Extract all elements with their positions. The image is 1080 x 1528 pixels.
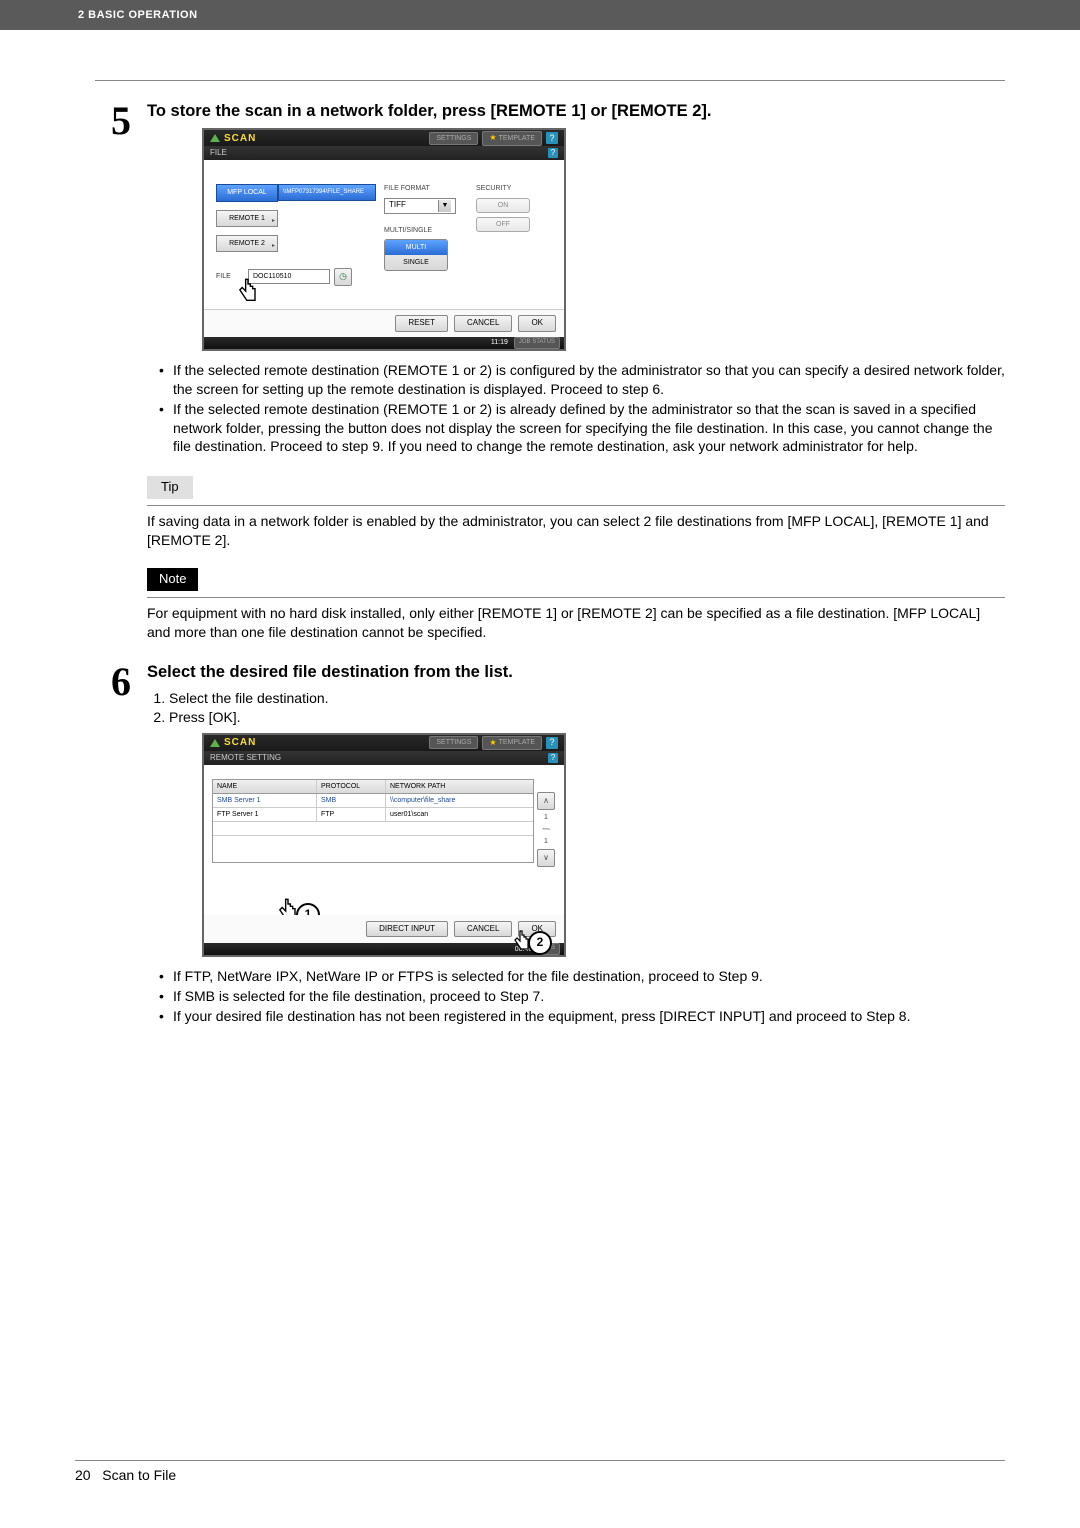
multi-option[interactable]: MULTI <box>385 240 447 255</box>
step6-title: Select the desired file destination from… <box>147 662 1005 683</box>
security-off[interactable]: OFF <box>476 217 530 232</box>
step6-number: 6 <box>95 662 147 1040</box>
table-row[interactable] <box>213 849 533 862</box>
reset-button[interactable]: RESET <box>395 315 448 331</box>
page-indicator-top: 1 <box>544 814 548 821</box>
step6-bullet3: If your desired file destination has not… <box>167 1007 1005 1026</box>
table-row[interactable]: SMB Server 1 SMB \\computer\file_share <box>213 794 533 808</box>
mfp-local-button[interactable]: MFP LOCAL <box>216 184 278 201</box>
table-row[interactable] <box>213 836 533 849</box>
note-label: Note <box>147 568 198 591</box>
remote1-button[interactable]: REMOTE 1 <box>216 210 278 227</box>
jobstatus-button[interactable]: JOB STATUS <box>514 337 560 349</box>
scan-title: SCAN <box>224 132 256 145</box>
step6-bullet2: If SMB is selected for the file destinat… <box>167 987 1005 1006</box>
single-option[interactable]: SINGLE <box>385 255 447 270</box>
th-protocol: PROTOCOL <box>317 780 386 793</box>
top-rule <box>95 80 1005 81</box>
table-row[interactable] <box>213 822 533 836</box>
destination-table: NAME PROTOCOL NETWORK PATH SMB Server 1 … <box>212 779 534 863</box>
star-icon: ★ <box>489 738 496 748</box>
cancel-button2[interactable]: CANCEL <box>454 921 512 937</box>
template-button2[interactable]: ★TEMPLATE <box>482 736 542 750</box>
scroll-up-button[interactable]: ∧ <box>537 792 555 810</box>
subtitle-remote: REMOTE SETTING <box>210 753 281 763</box>
help-icon2[interactable]: ? <box>546 737 558 749</box>
chapter-header: 2 BASIC OPERATION <box>0 0 1080 30</box>
tip-label: Tip <box>147 476 193 499</box>
step6-sub2: Press [OK]. <box>169 708 1005 727</box>
step5-bullet1: If the selected remote destination (REMO… <box>167 361 1005 399</box>
fileformat-label: FILE FORMAT <box>384 184 456 193</box>
scan-title2: SCAN <box>224 736 256 749</box>
security-on[interactable]: ON <box>476 198 530 213</box>
timestamp-button[interactable]: ◷ <box>334 268 352 286</box>
settings-button2[interactable]: SETTINGS <box>429 736 478 749</box>
table-row[interactable]: FTP Server 1 FTP user01\scan <box>213 808 533 822</box>
step5-title: To store the scan in a network folder, p… <box>147 101 1005 122</box>
section-name: Scan to File <box>102 1467 176 1483</box>
page-number: 20 <box>75 1467 91 1483</box>
multisingle-label: MULTI/SINGLE <box>384 226 456 235</box>
page-indicator-bot: 1 <box>544 838 548 845</box>
scan-logo-icon <box>210 739 220 747</box>
step5-bullet2: If the selected remote destination (REMO… <box>167 400 1005 457</box>
settings-button[interactable]: SETTINGS <box>429 132 478 145</box>
screenshot-remote-setting: SCAN SETTINGS ★TEMPLATE ? REMOTE SETTING… <box>202 733 566 957</box>
fileformat-dropdown[interactable]: TIFF ▼ <box>384 198 456 214</box>
help-sub-icon[interactable]: ? <box>548 148 558 158</box>
status-time: 11:19 <box>491 338 508 347</box>
path-display: \\MFP07317394\FILE_SHARE <box>278 184 376 201</box>
star-icon: ★ <box>489 133 496 143</box>
pointer-hand-icon <box>234 277 262 305</box>
note-text: For equipment with no hard disk installe… <box>147 604 1005 642</box>
ok-button[interactable]: OK <box>518 315 556 331</box>
security-label: SECURITY <box>476 184 530 193</box>
tip-text: If saving data in a network folder is en… <box>147 512 1005 550</box>
step6-sub1: Select the file destination. <box>169 689 1005 708</box>
cancel-button[interactable]: CANCEL <box>454 315 512 331</box>
multi-single-segment[interactable]: MULTI SINGLE <box>384 239 448 271</box>
step6-bullet1: If FTP, NetWare IPX, NetWare IP or FTPS … <box>167 967 1005 986</box>
chevron-down-icon: ▼ <box>438 200 451 212</box>
help-icon[interactable]: ? <box>546 132 558 144</box>
page-footer: 20 Scan to File <box>75 1467 1005 1483</box>
subtitle-file: FILE <box>210 148 227 158</box>
scroll-down-button[interactable]: ∨ <box>537 849 555 867</box>
remote2-button[interactable]: REMOTE 2 <box>216 235 278 252</box>
chapter-text: 2 BASIC OPERATION <box>78 9 198 21</box>
template-button[interactable]: ★TEMPLATE <box>482 131 542 145</box>
screenshot-scan-file: SCAN SETTINGS ★TEMPLATE ? FILE ? <box>202 128 566 350</box>
scan-logo-icon <box>210 134 220 142</box>
th-name: NAME <box>213 780 317 793</box>
th-path: NETWORK PATH <box>386 780 533 793</box>
direct-input-button[interactable]: DIRECT INPUT <box>366 921 448 937</box>
help-sub-icon2[interactable]: ? <box>548 753 558 763</box>
step5-number: 5 <box>95 101 147 654</box>
